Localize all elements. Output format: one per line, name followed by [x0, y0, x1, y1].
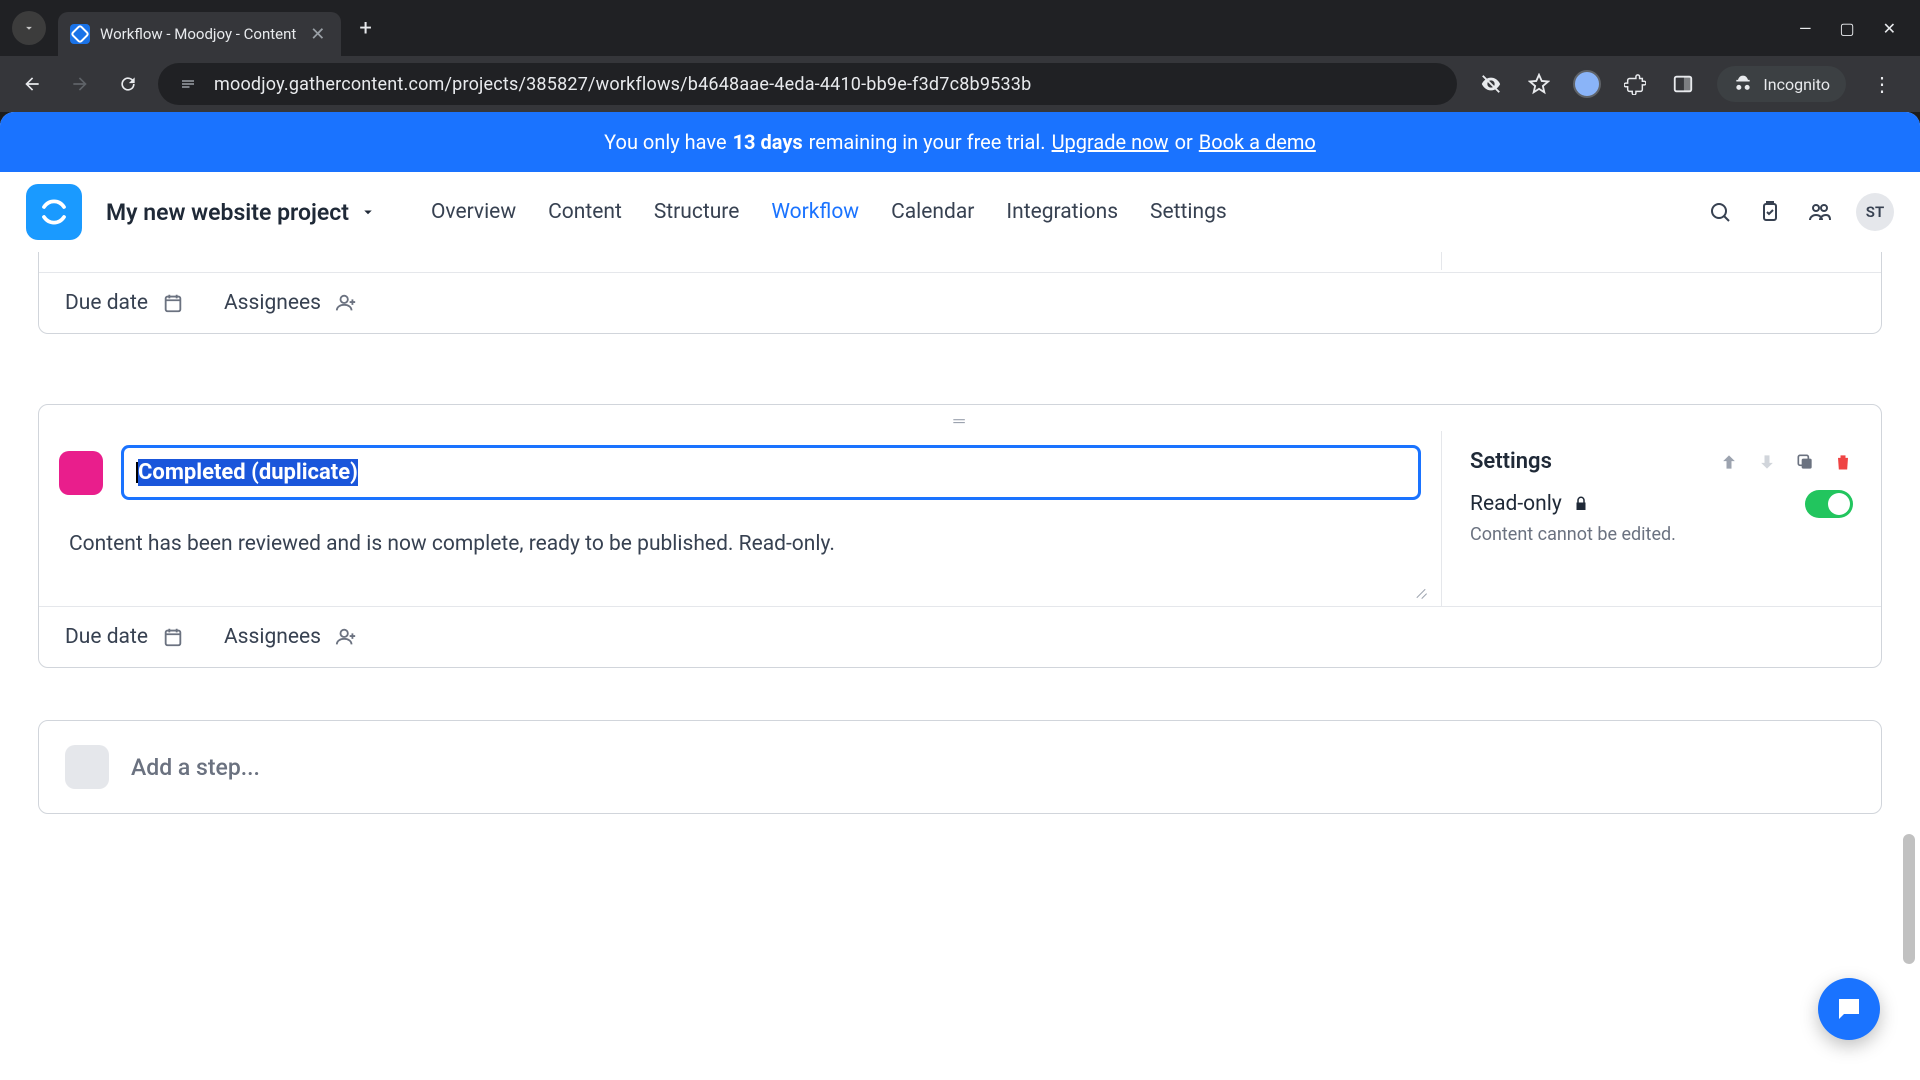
delete-button[interactable]: [1833, 452, 1853, 472]
nav-workflow[interactable]: Workflow: [771, 200, 859, 224]
clipboard-icon[interactable]: [1756, 198, 1784, 226]
step-description[interactable]: Content has been reviewed and is now com…: [39, 508, 1441, 606]
move-up-button[interactable]: [1719, 452, 1739, 472]
step-footer: Due date Assignees: [39, 606, 1881, 667]
search-icon[interactable]: [1706, 198, 1734, 226]
browser-tab[interactable]: Workflow - Moodjoy - Content ✕: [58, 12, 341, 56]
add-person-icon: [335, 626, 357, 648]
reload-button[interactable]: [110, 66, 146, 102]
nav-calendar[interactable]: Calendar: [891, 200, 974, 224]
trial-banner: You only have 13 days remaining in your …: [0, 112, 1920, 172]
resize-handle-icon[interactable]: [1413, 582, 1427, 596]
assignees-control[interactable]: Assignees: [224, 291, 357, 315]
tab-title: Workflow - Moodjoy - Content: [100, 25, 296, 43]
step-name-input[interactable]: Completed (duplicate): [121, 445, 1421, 500]
profile-avatar[interactable]: [1573, 70, 1601, 98]
eye-off-icon[interactable]: [1477, 70, 1505, 98]
due-date-label: Due date: [65, 625, 148, 649]
nav-overview[interactable]: Overview: [431, 200, 516, 224]
incognito-label: Incognito: [1763, 75, 1830, 94]
incognito-badge[interactable]: Incognito: [1717, 66, 1846, 102]
nav-structure[interactable]: Structure: [654, 200, 740, 224]
chevron-down-icon: [359, 203, 377, 221]
close-tab-icon[interactable]: ✕: [306, 22, 329, 47]
forward-button[interactable]: [62, 66, 98, 102]
browser-tab-strip: Workflow - Moodjoy - Content ✕ + — ▢ ✕: [0, 0, 1920, 56]
nav-settings[interactable]: Settings: [1150, 200, 1227, 224]
readonly-toggle[interactable]: [1805, 490, 1853, 518]
new-tab-button[interactable]: +: [341, 16, 389, 41]
step-color-swatch[interactable]: [59, 451, 103, 495]
workflow-editor: Due date Assignees ═ Completed (duplica: [0, 252, 1920, 1080]
site-info-icon[interactable]: [176, 72, 200, 96]
drag-handle-icon[interactable]: ═: [39, 405, 1881, 431]
browser-menu-icon[interactable]: ⋮: [1866, 72, 1898, 96]
move-down-button[interactable]: [1757, 452, 1777, 472]
step-settings-panel: Settings Read-only: [1441, 431, 1881, 606]
banner-text-post: remaining in your free trial.: [809, 130, 1046, 154]
step-name-value: Completed (duplicate): [138, 459, 358, 486]
calendar-icon: [162, 292, 184, 314]
duplicate-button[interactable]: [1795, 452, 1815, 472]
people-icon[interactable]: [1806, 198, 1834, 226]
scrollbar[interactable]: [1900, 252, 1918, 1060]
scrollbar-thumb[interactable]: [1903, 834, 1915, 964]
nav-integrations[interactable]: Integrations: [1006, 200, 1118, 224]
add-person-icon: [335, 292, 357, 314]
maximize-icon[interactable]: ▢: [1839, 19, 1854, 38]
nav-content[interactable]: Content: [548, 200, 622, 224]
app-header: My new website project Overview Content …: [0, 172, 1920, 252]
minimize-icon[interactable]: —: [1799, 19, 1812, 38]
due-date-control[interactable]: Due date: [65, 291, 184, 315]
add-step-swatch: [65, 745, 109, 789]
main-nav: Overview Content Structure Workflow Cale…: [431, 200, 1227, 224]
app-logo[interactable]: [26, 184, 82, 240]
search-tabs-button[interactable]: [12, 11, 46, 45]
book-demo-link[interactable]: Book a demo: [1199, 130, 1316, 154]
banner-or: or: [1175, 130, 1193, 154]
project-switcher[interactable]: My new website project: [106, 199, 377, 226]
add-step-label: Add a step...: [131, 754, 260, 781]
workflow-step-card-prev: Due date Assignees: [38, 252, 1882, 334]
settings-title: Settings: [1470, 449, 1552, 474]
tab-favicon: [70, 24, 90, 44]
add-step-card[interactable]: Add a step...: [38, 720, 1882, 814]
browser-toolbar: moodjoy.gathercontent.com/projects/38582…: [0, 56, 1920, 112]
workflow-step-card: ═ Completed (duplicate) Content has been…: [38, 404, 1882, 668]
back-button[interactable]: [14, 66, 50, 102]
url-text: moodjoy.gathercontent.com/projects/38582…: [214, 74, 1031, 95]
upgrade-link[interactable]: Upgrade now: [1052, 130, 1169, 154]
page-viewport: You only have 13 days remaining in your …: [0, 112, 1920, 1080]
user-avatar[interactable]: ST: [1856, 193, 1894, 231]
due-date-label: Due date: [65, 291, 148, 315]
address-bar[interactable]: moodjoy.gathercontent.com/projects/38582…: [158, 63, 1457, 105]
banner-days: 13 days: [733, 130, 803, 154]
close-window-icon[interactable]: ✕: [1883, 19, 1896, 38]
assignees-control[interactable]: Assignees: [224, 625, 357, 649]
side-panel-icon[interactable]: [1669, 70, 1697, 98]
chat-icon: [1834, 994, 1864, 1024]
calendar-icon: [162, 626, 184, 648]
readonly-help-text: Content cannot be edited.: [1470, 524, 1853, 545]
bookmark-star-icon[interactable]: [1525, 70, 1553, 98]
due-date-control[interactable]: Due date: [65, 625, 184, 649]
chat-fab[interactable]: [1818, 978, 1880, 1040]
project-name: My new website project: [106, 199, 349, 226]
window-controls: — ▢ ✕: [1799, 19, 1920, 38]
readonly-label: Read-only: [1470, 492, 1590, 516]
assignees-label: Assignees: [224, 291, 321, 315]
assignees-label: Assignees: [224, 625, 321, 649]
extensions-icon[interactable]: [1621, 70, 1649, 98]
banner-text-pre: You only have: [604, 130, 726, 154]
lock-icon: [1572, 495, 1590, 513]
step-footer: Due date Assignees: [39, 272, 1881, 333]
